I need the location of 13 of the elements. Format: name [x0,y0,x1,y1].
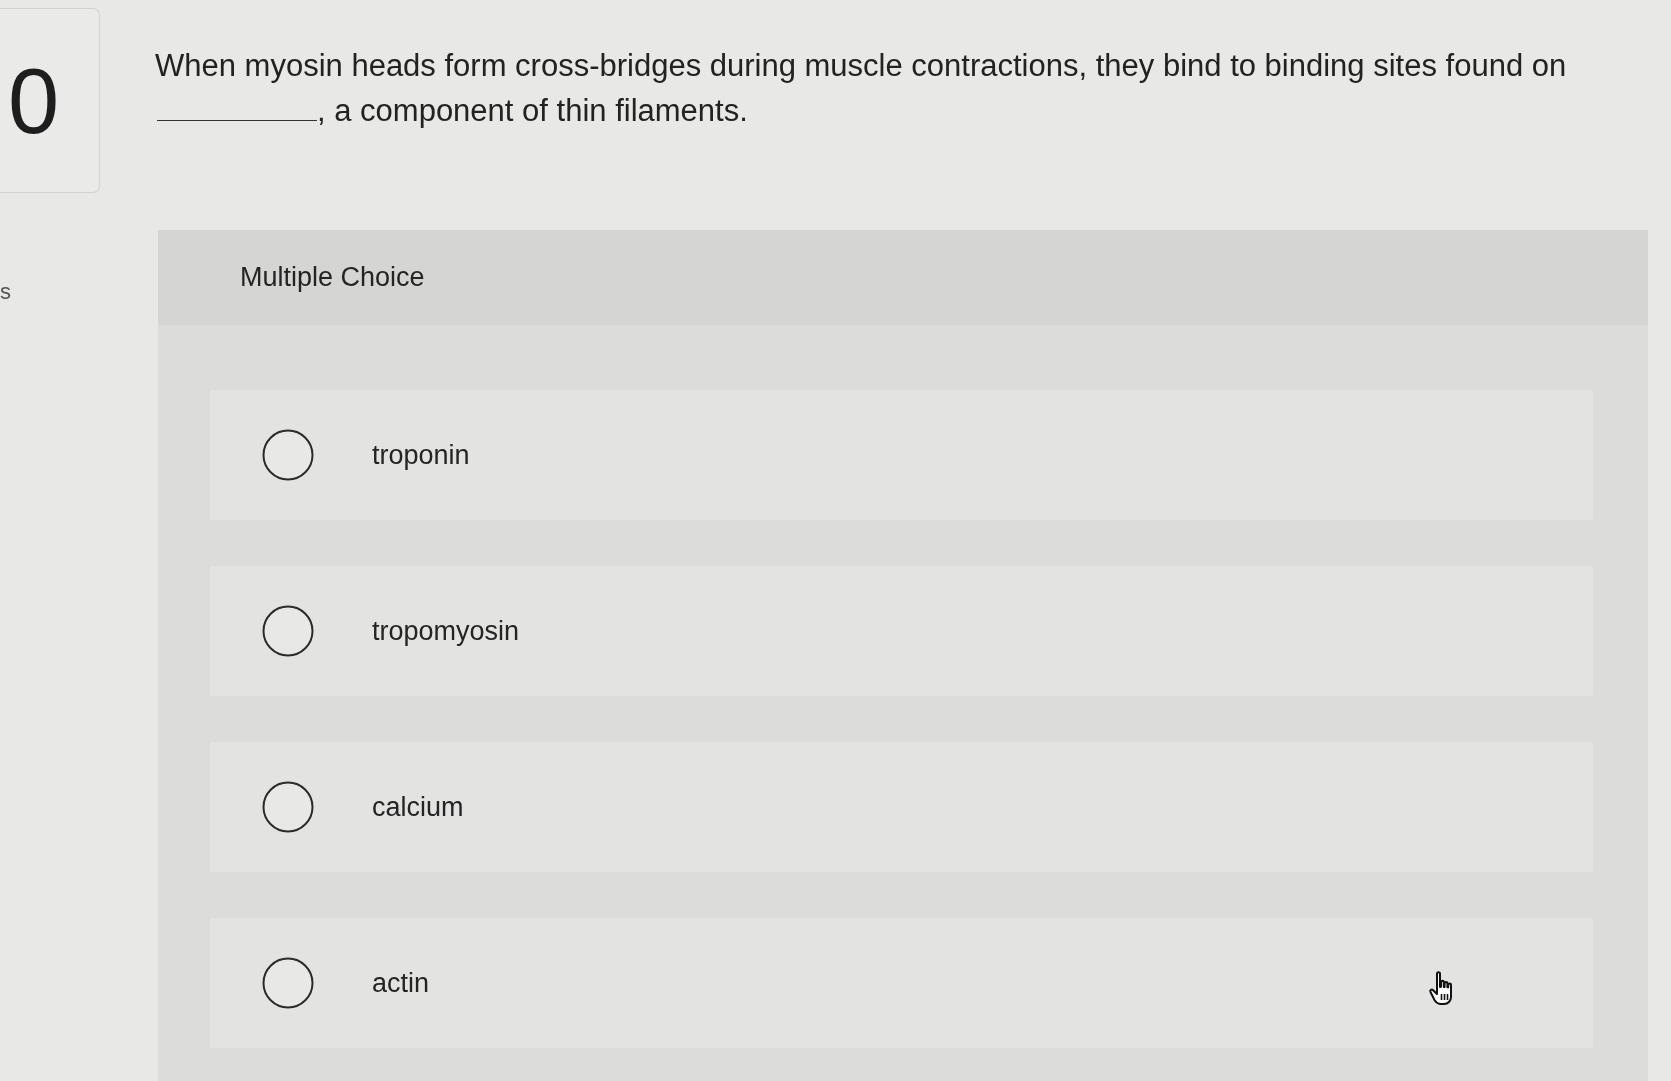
question-text: When myosin heads form cross-bridges during muscle contractions, they bind to binding sites found on [155,47,1568,85]
radio-button[interactable] [262,605,314,657]
question-number: 0 [8,50,60,151]
radio-button[interactable] [262,957,314,1009]
radio-button[interactable] [262,429,314,481]
answer-option[interactable]: tropomyosin [210,566,1593,696]
answer-option[interactable]: actin [210,918,1593,1048]
radio-button[interactable] [262,781,314,833]
side-label: s [0,279,12,305]
section-heading: Multiple Choice [240,262,425,293]
answer-option[interactable]: calcium [210,742,1593,872]
question-text: , a component of thin filaments. [317,93,748,128]
answer-option[interactable]: troponin [210,390,1593,520]
